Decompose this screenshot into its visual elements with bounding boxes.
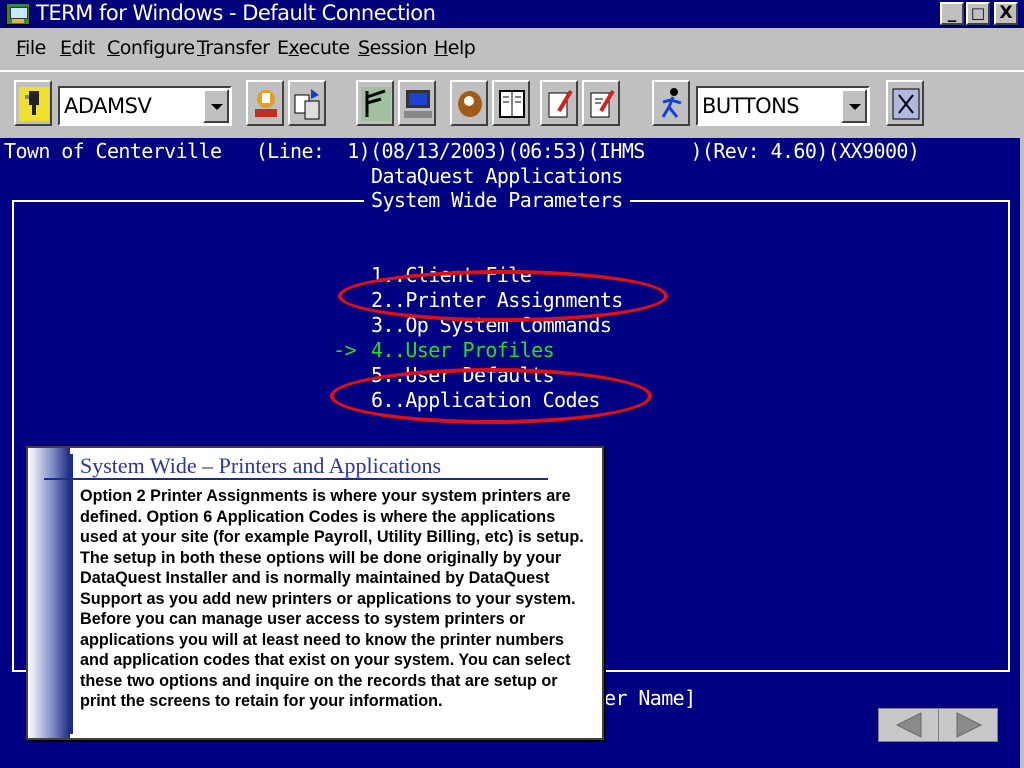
callout-body: Option 2 Printer Assignments is where yo… (80, 487, 584, 710)
buttons-combobox[interactable]: BUTTONS (696, 86, 870, 126)
app-title: DataQuest Applications (371, 164, 623, 188)
connect-plug-icon[interactable] (14, 80, 52, 126)
highlight-ellipse-application (330, 368, 652, 424)
window-title: TERM for Windows - Default Connection (36, 1, 436, 25)
edit-pencil-icon[interactable] (540, 80, 578, 126)
menu-file[interactable]: File (16, 37, 46, 59)
write-pencil-icon[interactable] (582, 80, 620, 126)
screen-title: System Wide Parameters (364, 189, 630, 211)
toolbar: ADAMSV BUTTONS (0, 70, 1024, 138)
menu-session[interactable]: Session (358, 37, 428, 59)
menu-bar: File Edit Configure Transfer Execute Ses… (0, 28, 1024, 70)
prompt-text: er Name] (604, 686, 696, 710)
user-combobox-value: ADAMSV (64, 94, 152, 118)
runner-icon[interactable] (652, 80, 690, 126)
highlight-ellipse-printer (338, 270, 668, 322)
info-callout: System Wide – Printers and Applications … (26, 446, 604, 740)
callout-title: System Wide – Printers and Applications (80, 453, 442, 478)
menu-configure[interactable]: Configure (107, 37, 195, 59)
transfer-files-icon[interactable] (288, 80, 326, 126)
chevron-down-icon[interactable] (203, 89, 229, 123)
baseball-glove-icon[interactable] (450, 80, 488, 126)
menu-edit[interactable]: Edit (60, 37, 95, 59)
book-icon[interactable] (492, 80, 530, 126)
callout-divider-vertical (70, 454, 73, 734)
title-bar[interactable]: TERM for Windows - Default Connection _ … (0, 0, 1024, 28)
back-arrow-icon[interactable] (879, 709, 939, 741)
status-line: Town of Centerville (Line: 1)(08/13/2003… (4, 139, 920, 163)
chevron-down-icon[interactable] (841, 89, 867, 123)
menu-transfer[interactable]: Transfer (197, 37, 270, 59)
buttons-combobox-value: BUTTONS (702, 94, 800, 118)
menu-option-user-profiles[interactable]: 4..User Profiles (371, 339, 555, 361)
menu-execute[interactable]: Execute (277, 37, 350, 59)
app-terminal-icon[interactable] (6, 3, 30, 25)
antenna-icon[interactable] (356, 80, 394, 126)
callout-gradient-bar (28, 448, 70, 738)
menu-help[interactable]: Help (434, 37, 476, 59)
computer-icon[interactable] (398, 80, 436, 126)
close-button[interactable]: X (994, 2, 1018, 25)
forward-arrow-icon[interactable] (939, 709, 999, 741)
slide-navigation (878, 708, 998, 742)
buttons-edit-icon[interactable] (886, 80, 924, 126)
minimize-button[interactable]: _ (940, 2, 964, 25)
maximize-button[interactable]: □ (966, 2, 990, 25)
user-combobox[interactable]: ADAMSV (58, 86, 232, 126)
selection-arrow: -> (333, 338, 356, 362)
hangup-phone-icon[interactable] (246, 80, 284, 126)
